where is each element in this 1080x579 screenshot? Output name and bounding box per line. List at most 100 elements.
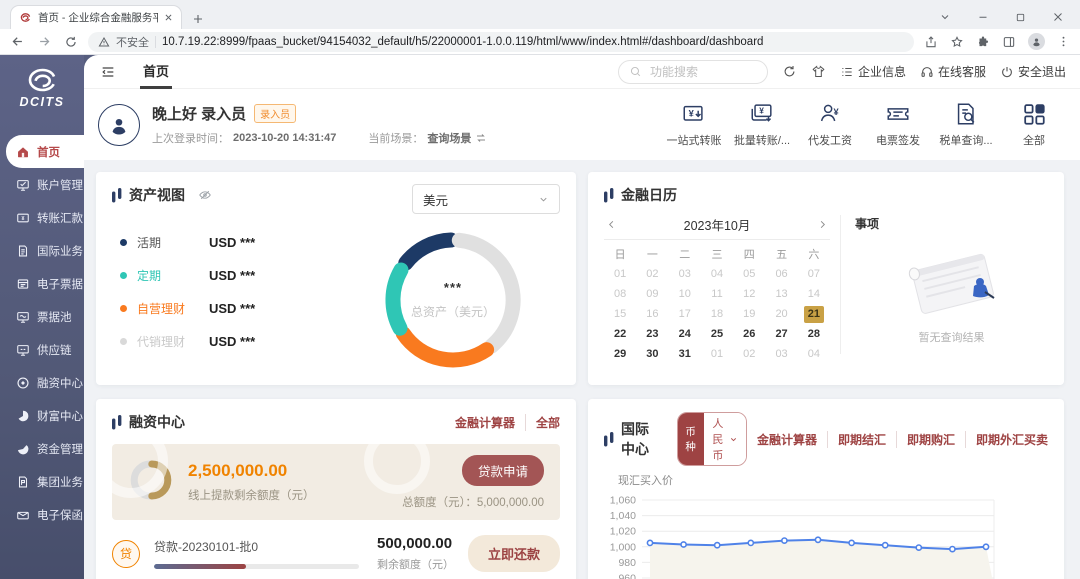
calendar-day[interactable]: 01 <box>701 344 733 364</box>
calendar-prev-icon[interactable] <box>604 219 619 230</box>
repay-now-button[interactable]: 立即还款 <box>468 535 560 572</box>
browser-profile-icon[interactable] <box>1028 33 1045 50</box>
calendar-day[interactable]: 07 <box>798 264 830 284</box>
international-link-2[interactable]: 即期购汇 <box>896 431 965 448</box>
calendar-day[interactable]: 05 <box>733 264 765 284</box>
calendar-day[interactable]: 26 <box>733 324 765 344</box>
calendar-day-selected[interactable]: 21 <box>798 304 830 324</box>
theme-icon[interactable] <box>811 64 826 79</box>
donut-center-value: *** <box>444 280 462 295</box>
international-link-3[interactable]: 即期外汇买卖 <box>965 431 1048 448</box>
tab-home[interactable]: 首页 <box>140 55 172 89</box>
header-link-0[interactable]: 企业信息 <box>840 63 906 80</box>
sidebar-item-label: 供应链 <box>37 342 72 358</box>
calendar-next-icon[interactable] <box>815 219 830 230</box>
calendar-day[interactable]: 06 <box>765 264 797 284</box>
calendar-day[interactable]: 08 <box>604 284 636 304</box>
panel-title-icon <box>604 432 614 447</box>
side-panel-icon[interactable] <box>1002 35 1016 49</box>
calendar-day[interactable]: 10 <box>669 284 701 304</box>
legend-value: USD *** <box>209 268 255 283</box>
sidebar-item-11[interactable]: 电子保函 <box>6 498 84 531</box>
calendar-day[interactable]: 30 <box>636 344 668 364</box>
maximize-icon[interactable] <box>1015 12 1026 23</box>
calendar-day[interactable]: 20 <box>765 304 797 324</box>
switch-scene-icon[interactable] <box>475 132 487 144</box>
quick-action-4[interactable]: 税单查询... <box>936 101 996 148</box>
svg-text:¥: ¥ <box>833 107 839 117</box>
calendar-day[interactable]: 28 <box>798 324 830 344</box>
calendar-day[interactable]: 31 <box>669 344 701 364</box>
calendar-day[interactable]: 03 <box>669 264 701 284</box>
calendar-day[interactable]: 04 <box>798 344 830 364</box>
sidebar-item-7[interactable]: 融资中心 <box>6 366 84 399</box>
calendar-day[interactable]: 01 <box>604 264 636 284</box>
calendar-day[interactable]: 17 <box>669 304 701 324</box>
sidebar-item-0[interactable]: 首页 <box>6 135 84 168</box>
sidebar-item-6[interactable]: 供应链 <box>6 333 84 366</box>
financing-link-1[interactable]: 全部 <box>525 414 560 431</box>
share-icon[interactable] <box>924 35 938 49</box>
calendar-day[interactable]: 24 <box>669 324 701 344</box>
quick-action-5[interactable]: 全部 <box>1004 101 1064 148</box>
calendar-day[interactable]: 02 <box>733 344 765 364</box>
currency-select[interactable]: 美元 <box>412 184 560 214</box>
calendar-day[interactable]: 27 <box>765 324 797 344</box>
calendar-day[interactable]: 19 <box>733 304 765 324</box>
quick-action-0[interactable]: ¥一站式转账 <box>664 101 724 148</box>
calendar-day[interactable]: 12 <box>733 284 765 304</box>
sidebar-item-label: 票据池 <box>37 309 72 325</box>
forward-icon[interactable] <box>37 34 52 49</box>
sidebar-item-2[interactable]: ¥转账汇款 <box>6 201 84 234</box>
calendar-day[interactable]: 23 <box>636 324 668 344</box>
sidebar-item-5[interactable]: 票据池 <box>6 300 84 333</box>
calendar-day[interactable]: 03 <box>765 344 797 364</box>
calendar-day[interactable]: 13 <box>765 284 797 304</box>
international-link-0[interactable]: 金融计算器 <box>747 431 827 448</box>
minimize-icon[interactable] <box>977 11 989 23</box>
financing-link-0[interactable]: 金融计算器 <box>445 414 525 431</box>
sidebar-item-3[interactable]: 国际业务 <box>6 234 84 267</box>
close-window-icon[interactable] <box>1052 11 1064 23</box>
sidebar-item-8[interactable]: 财富中心 <box>6 399 84 432</box>
search-input[interactable] <box>648 64 757 80</box>
eye-off-icon[interactable] <box>198 188 212 202</box>
calendar-day[interactable]: 14 <box>798 284 830 304</box>
calendar-day[interactable]: 16 <box>636 304 668 324</box>
quick-action-2[interactable]: ¥代发工资 <box>800 101 860 148</box>
tab-close-icon[interactable] <box>164 13 173 22</box>
browser-menu-dots-icon[interactable] <box>1057 35 1070 48</box>
menu-collapse-icon[interactable] <box>100 64 116 80</box>
calendar-day[interactable]: 09 <box>636 284 668 304</box>
calendar-day[interactable]: 11 <box>701 284 733 304</box>
sidebar-item-4[interactable]: 电子票据 <box>6 267 84 300</box>
browser-tab[interactable]: 首页 - 企业综合金融服务平台 <box>10 5 182 29</box>
calendar-day[interactable]: 15 <box>604 304 636 324</box>
sidebar-item-1[interactable]: 账户管理 <box>6 168 84 201</box>
quick-action-1[interactable]: ¥批量转账/... <box>732 101 792 148</box>
function-search[interactable] <box>618 60 768 84</box>
calendar-day[interactable]: 04 <box>701 264 733 284</box>
quick-action-3[interactable]: 电票签发 <box>868 101 928 148</box>
calendar-day[interactable]: 29 <box>604 344 636 364</box>
bookmark-star-icon[interactable] <box>950 35 964 49</box>
header-link-2[interactable]: 安全退出 <box>1000 63 1066 80</box>
sidebar-item-9[interactable]: 资金管理 <box>6 432 84 465</box>
refresh-icon[interactable] <box>782 64 797 79</box>
new-tab-button[interactable] <box>192 13 204 25</box>
back-icon[interactable] <box>10 34 25 49</box>
loan-apply-button[interactable]: 贷款申请 <box>462 455 544 486</box>
international-link-1[interactable]: 即期结汇 <box>827 431 896 448</box>
browser-dropdown-icon[interactable] <box>939 11 951 23</box>
calendar-day[interactable]: 22 <box>604 324 636 344</box>
currency-type-select[interactable]: 币种 人民币 <box>677 412 747 466</box>
svg-text:1,060: 1,060 <box>610 495 636 507</box>
reload-icon[interactable] <box>64 35 78 49</box>
calendar-day[interactable]: 25 <box>701 324 733 344</box>
address-bar[interactable]: 不安全 10.7.19.22:8999/fpaas_bucket/9415403… <box>88 32 914 52</box>
extensions-puzzle-icon[interactable] <box>976 35 990 49</box>
calendar-day[interactable]: 02 <box>636 264 668 284</box>
header-link-1[interactable]: 在线客服 <box>920 63 986 80</box>
sidebar-item-10[interactable]: 集团业务 <box>6 465 84 498</box>
calendar-day[interactable]: 18 <box>701 304 733 324</box>
